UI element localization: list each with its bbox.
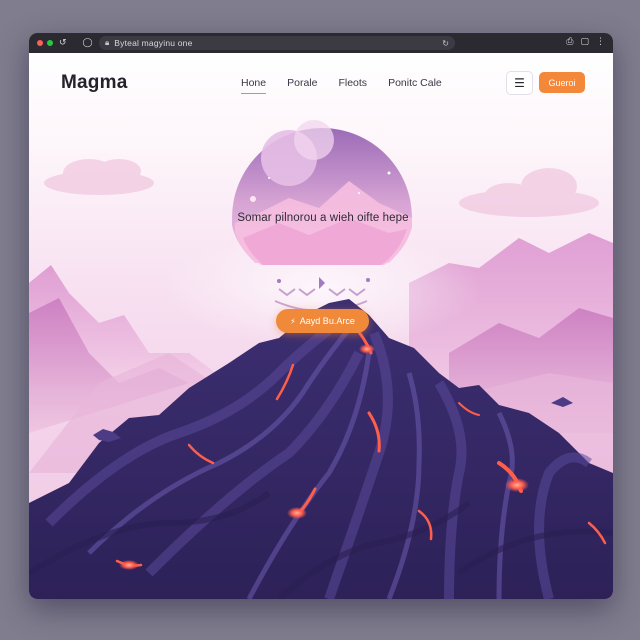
more-options-icon[interactable]: ⋮ (596, 37, 605, 47)
browser-window: ↺ ◯ 🔒︎ Byteal magyinu one ↻ ⎙ ▢ ⋮ Magma … (29, 33, 613, 599)
hero-tagline: Somar pilnorou a wieh oifte hepe (237, 212, 409, 224)
hero-action-button[interactable]: ⚡︎ Aayd Bu.Arce (276, 309, 369, 333)
brand-logo[interactable]: Magma (61, 72, 127, 94)
nav-item-ponitc-cale[interactable]: Ponitc Cale (388, 77, 442, 89)
nav-item-fleots[interactable]: Fleots (338, 77, 367, 89)
close-window-button[interactable] (37, 40, 43, 46)
header-cta-button[interactable]: Gueroi (539, 72, 585, 93)
tabs-icon[interactable]: ▢ (580, 37, 589, 47)
home-icon[interactable]: ◯ (83, 38, 93, 48)
share-icon[interactable]: ⎙ (566, 37, 573, 47)
address-bar[interactable]: 🔒︎ Byteal magyinu one ↻ (99, 36, 455, 50)
bolt-icon: ⚡︎ (290, 316, 296, 326)
site-header: Magma Hone Porale Fleots Ponitc Cale ☰ G… (29, 53, 613, 113)
hamburger-icon: ☰ (514, 76, 525, 90)
address-url: Byteal magyinu one (114, 38, 193, 48)
lock-icon: 🔒︎ (105, 38, 110, 47)
main-nav: Hone Porale Fleots Ponitc Cale (241, 77, 463, 94)
back-arrow-icon[interactable]: ↺ (59, 38, 67, 48)
nav-item-home[interactable]: Hone (241, 77, 267, 94)
web-page: Magma Hone Porale Fleots Ponitc Cale ☰ G… (29, 53, 613, 599)
reload-icon[interactable]: ↻ (442, 39, 449, 48)
menu-button[interactable]: ☰ (506, 71, 533, 95)
nav-item-porale[interactable]: Porale (287, 77, 317, 89)
maximize-window-button[interactable] (47, 40, 53, 46)
browser-toolbar: ↺ ◯ 🔒︎ Byteal magyinu one ↻ ⎙ ▢ ⋮ (29, 33, 613, 53)
hero-action-label: Aayd Bu.Arce (299, 316, 355, 326)
